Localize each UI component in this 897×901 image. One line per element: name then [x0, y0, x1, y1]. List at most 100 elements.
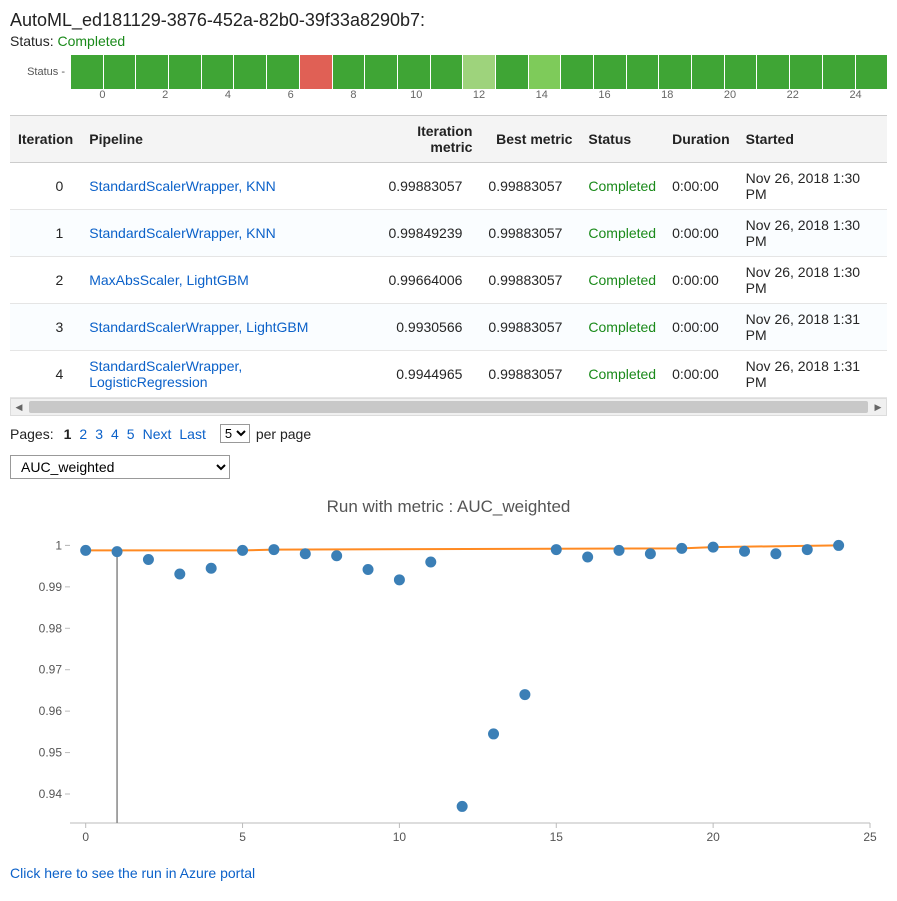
chart-point[interactable] — [143, 555, 153, 565]
y-tick-label: 0.95 — [39, 746, 63, 760]
table-header[interactable]: Best metric — [480, 116, 580, 163]
table-header[interactable]: Duration — [664, 116, 738, 163]
page-link[interactable]: 1 — [60, 426, 76, 442]
chart-point[interactable] — [332, 551, 342, 561]
status-cell[interactable] — [398, 55, 430, 89]
status-cell[interactable] — [692, 55, 724, 89]
chart-point[interactable] — [645, 549, 655, 559]
status-cell[interactable] — [234, 55, 266, 89]
status-cell[interactable] — [757, 55, 789, 89]
scroll-right-arrow-icon[interactable]: ▶ — [870, 399, 886, 415]
per-page-select[interactable]: 5 — [220, 424, 250, 443]
scroll-left-arrow-icon[interactable]: ◀ — [11, 399, 27, 415]
status-cell[interactable] — [529, 55, 561, 89]
pipeline-link[interactable]: StandardScalerWrapper, LightGBM — [89, 319, 308, 335]
table-header[interactable]: Started — [738, 116, 887, 163]
table-row[interactable]: 1StandardScalerWrapper, KNN0.998492390.9… — [10, 210, 887, 257]
cell-started: Nov 26, 2018 1:30 PM — [738, 210, 887, 257]
status-cell[interactable] — [496, 55, 528, 89]
chart-point[interactable] — [269, 545, 279, 555]
y-tick-label: 0.94 — [39, 787, 63, 801]
page-link[interactable]: Last — [175, 426, 209, 442]
cell-best-metric: 0.99883057 — [480, 304, 580, 351]
cell-iteration: 0 — [10, 163, 81, 210]
status-cell[interactable] — [169, 55, 201, 89]
chart-point[interactable] — [457, 801, 467, 811]
cell-status: Completed — [580, 210, 664, 257]
status-cell[interactable] — [594, 55, 626, 89]
table-header[interactable]: Iteration — [10, 116, 81, 163]
page-link[interactable]: Next — [139, 426, 176, 442]
status-cell[interactable] — [300, 55, 332, 89]
chart-point[interactable] — [740, 546, 750, 556]
chart-point[interactable] — [708, 542, 718, 552]
pipeline-link[interactable]: StandardScalerWrapper, LogisticRegressio… — [89, 358, 242, 390]
cell-duration: 0:00:00 — [664, 163, 738, 210]
chart-point[interactable] — [363, 564, 373, 574]
status-label: Status: — [10, 33, 54, 49]
chart-point[interactable] — [834, 540, 844, 550]
status-cell[interactable] — [463, 55, 495, 89]
chart-point[interactable] — [771, 549, 781, 559]
x-tick-label: 20 — [706, 830, 720, 844]
chart-point[interactable] — [614, 545, 624, 555]
cell-iter-metric: 0.99883057 — [364, 163, 480, 210]
chart-point[interactable] — [551, 545, 561, 555]
pipeline-link[interactable]: StandardScalerWrapper, KNN — [89, 225, 276, 241]
y-tick-label: 0.96 — [39, 704, 63, 718]
status-cell[interactable] — [856, 55, 888, 89]
metric-select[interactable]: AUC_weighted — [10, 455, 230, 479]
pipeline-link[interactable]: StandardScalerWrapper, KNN — [89, 178, 276, 194]
x-tick-label: 15 — [550, 830, 564, 844]
table-row[interactable]: 2MaxAbsScaler, LightGBM0.996640060.99883… — [10, 257, 887, 304]
table-horizontal-scrollbar[interactable]: ◀ ▶ — [10, 398, 887, 416]
status-cell[interactable] — [790, 55, 822, 89]
page-link[interactable]: 5 — [123, 426, 139, 442]
chart-point[interactable] — [489, 729, 499, 739]
status-cell[interactable] — [365, 55, 397, 89]
metric-chart[interactable]: 0.940.950.960.970.980.9910510152025 — [20, 523, 880, 853]
chart-point[interactable] — [300, 549, 310, 559]
status-cell[interactable] — [627, 55, 659, 89]
table-header[interactable]: Pipeline — [81, 116, 364, 163]
y-tick-label: 0.98 — [39, 621, 63, 635]
status-cell[interactable] — [333, 55, 365, 89]
chart-point[interactable] — [426, 557, 436, 567]
chart-point[interactable] — [238, 545, 248, 555]
status-cell[interactable] — [136, 55, 168, 89]
chart-point[interactable] — [583, 552, 593, 562]
status-tick: 4 — [197, 89, 260, 101]
cell-pipeline: StandardScalerWrapper, KNN — [81, 210, 364, 257]
chart-point[interactable] — [175, 569, 185, 579]
chart-point[interactable] — [81, 545, 91, 555]
chart-point[interactable] — [677, 543, 687, 553]
status-cell[interactable] — [823, 55, 855, 89]
chart-point[interactable] — [206, 563, 216, 573]
page-link[interactable]: 4 — [107, 426, 123, 442]
status-cell[interactable] — [202, 55, 234, 89]
page-link[interactable]: 2 — [75, 426, 91, 442]
table-row[interactable]: 0StandardScalerWrapper, KNN0.998830570.9… — [10, 163, 887, 210]
status-cell[interactable] — [267, 55, 299, 89]
table-header[interactable]: Status — [580, 116, 664, 163]
status-cell[interactable] — [104, 55, 136, 89]
status-tick: 22 — [761, 89, 824, 101]
table-header[interactable]: Iteration metric — [364, 116, 480, 163]
status-cell[interactable] — [725, 55, 757, 89]
chart-point[interactable] — [520, 690, 530, 700]
status-cell[interactable] — [561, 55, 593, 89]
chart-point[interactable] — [802, 545, 812, 555]
page-link[interactable]: 3 — [91, 426, 107, 442]
status-cell[interactable] — [431, 55, 463, 89]
scrollbar-thumb[interactable] — [29, 401, 868, 413]
pipeline-link[interactable]: MaxAbsScaler, LightGBM — [89, 272, 249, 288]
table-row[interactable]: 3StandardScalerWrapper, LightGBM0.993056… — [10, 304, 887, 351]
chart-point[interactable] — [394, 575, 404, 585]
azure-portal-link[interactable]: Click here to see the run in Azure porta… — [10, 865, 887, 881]
cell-pipeline: StandardScalerWrapper, KNN — [81, 163, 364, 210]
table-row[interactable]: 4StandardScalerWrapper, LogisticRegressi… — [10, 351, 887, 398]
status-cell[interactable] — [659, 55, 691, 89]
status-cell[interactable] — [71, 55, 103, 89]
status-bar-axis-label: Status - — [10, 66, 71, 78]
chart-point[interactable] — [112, 547, 122, 557]
